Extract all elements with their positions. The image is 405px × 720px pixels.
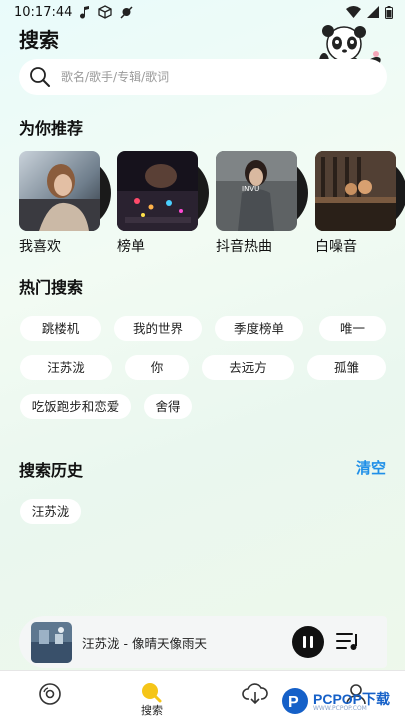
music-note-icon xyxy=(80,5,90,18)
page-title: 搜索 xyxy=(19,28,59,52)
watermark-main-text: PCPOP下载 xyxy=(313,691,391,707)
hot-search-chip[interactable]: 你 xyxy=(125,355,189,380)
mini-player[interactable]: 汪苏泷 - 像晴天像雨天 xyxy=(19,616,387,668)
recommend-cover-image xyxy=(315,151,396,231)
recommend-list: 我喜欢 榜单 INVU 抖音热曲 白噪音 xyxy=(19,151,405,261)
pause-button[interactable] xyxy=(292,626,324,658)
svg-text:INVU: INVU xyxy=(242,185,259,193)
search-input[interactable] xyxy=(61,70,281,84)
status-time: 10:17:44 xyxy=(14,4,73,20)
tab-search[interactable]: 搜索 xyxy=(122,671,182,720)
status-bar: 10:17:44 xyxy=(0,0,405,24)
pcpop-logo-icon: P xyxy=(282,688,308,714)
recommend-item-label: 我喜欢 xyxy=(19,239,61,255)
recommend-cover-image xyxy=(19,151,100,231)
recommend-item-charts[interactable]: 榜单 xyxy=(117,151,209,255)
watermark: P PCPOP下载 WWW.PCPOP.COM xyxy=(281,684,405,720)
recommend-item-liked[interactable]: 我喜欢 xyxy=(19,151,111,255)
search-icon xyxy=(30,67,50,87)
search-icon xyxy=(142,683,162,703)
recommend-cover-image xyxy=(117,151,198,231)
hot-search-chip[interactable]: 季度榜单 xyxy=(215,316,303,341)
hot-search-chip[interactable]: 我的世界 xyxy=(114,316,202,341)
hot-search-chip[interactable]: 唯一 xyxy=(319,316,386,341)
search-history-title: 搜索历史 xyxy=(19,461,84,480)
signal-icon xyxy=(367,6,379,18)
pause-icon-bar xyxy=(310,636,313,648)
hot-search-chip[interactable]: 舍得 xyxy=(144,394,192,419)
mini-player-title: 汪苏泷 - 像晴天像雨天 xyxy=(82,635,207,651)
recommend-cover-image: INVU xyxy=(216,151,297,231)
recommend-item-label: 榜单 xyxy=(117,239,145,255)
disc-icon xyxy=(39,683,61,705)
wifi-icon xyxy=(346,6,361,18)
tab-music[interactable] xyxy=(20,671,80,720)
recommend-item-whitenoise[interactable]: 白噪音 xyxy=(315,151,405,255)
history-chips: 汪苏泷 xyxy=(19,499,387,524)
recommend-item-label: 白噪音 xyxy=(315,239,357,255)
playlist-queue-icon[interactable] xyxy=(336,631,362,653)
tab-label: 搜索 xyxy=(141,704,163,717)
hot-search-chip[interactable]: 汪苏泷 xyxy=(20,355,112,380)
hot-search-title: 热门搜索 xyxy=(19,278,84,297)
clear-history-button[interactable]: 清空 xyxy=(356,457,386,478)
location-off-icon xyxy=(120,5,133,19)
cloud-download-icon xyxy=(242,683,268,705)
history-chip[interactable]: 汪苏泷 xyxy=(20,499,81,524)
hot-search-chip[interactable]: 吃饭跑步和恋爱 xyxy=(20,394,131,419)
pause-icon xyxy=(303,636,306,648)
hot-search-chips: 跳楼机 我的世界 季度榜单 唯一 汪苏泷 你 去远方 孤雏 吃饭跑步和恋爱 舍得 xyxy=(19,316,387,421)
recommend-title: 为你推荐 xyxy=(19,119,84,138)
tab-download[interactable] xyxy=(224,671,284,720)
svg-text:P: P xyxy=(288,694,299,711)
hot-search-chip[interactable]: 跳楼机 xyxy=(20,316,101,341)
cube-icon xyxy=(98,5,113,19)
hot-search-chip[interactable]: 孤雏 xyxy=(307,355,386,380)
recommend-item-label: 抖音热曲 xyxy=(216,239,272,255)
recommend-item-douyin[interactable]: INVU 抖音热曲 xyxy=(216,151,308,255)
search-bar[interactable] xyxy=(19,59,387,95)
mini-player-cover xyxy=(31,621,72,663)
hot-search-chip[interactable]: 去远方 xyxy=(202,355,294,380)
battery-icon xyxy=(385,5,393,19)
